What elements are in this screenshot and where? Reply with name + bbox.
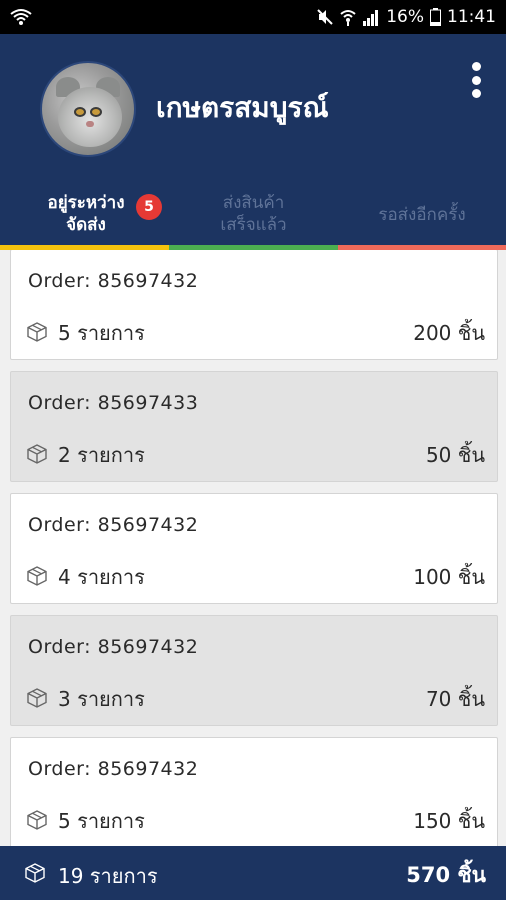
tab-resend-label: รอส่งอีกครั้ง <box>378 205 466 225</box>
tab-delivered-label: ส่งสินค้า เสร็จแล้ว <box>220 193 287 235</box>
battery-percent: 16% <box>386 7 424 27</box>
piece-count: 50 ชิ้น <box>425 443 485 467</box>
box-icon <box>25 863 45 883</box>
avatar[interactable] <box>40 61 136 157</box>
tab-in-transit-label: อยู่ระหว่าง จัดส่ง <box>47 193 125 235</box>
count-badge: 5 <box>136 194 162 220</box>
total-piece-count: 570 ชิ้น <box>406 863 486 887</box>
more-vert-icon[interactable] <box>466 60 486 100</box>
total-item-count: 19 รายการ <box>58 864 158 888</box>
order-id: Order: 85697432 <box>28 514 199 536</box>
item-count: 2 รายการ <box>58 443 145 467</box>
shop-name: เกษตรสมบูรณ์ <box>156 91 329 124</box>
piece-count: 70 ชิ้น <box>425 687 485 711</box>
order-card[interactable]: Order: 85697432 4 รายการ 100 ชิ้น <box>10 493 498 604</box>
tab-in-transit[interactable]: อยู่ระหว่าง จัดส่ง 5 <box>0 188 169 250</box>
cat-eye-left <box>74 107 86 117</box>
summary-footer: 19 รายการ 570 ชิ้น <box>0 846 506 900</box>
piece-count: 200 ชิ้น <box>413 321 485 345</box>
cat-face <box>58 87 122 147</box>
order-card[interactable]: Order: 85697432 3 รายการ 70 ชิ้น <box>10 615 498 726</box>
order-card[interactable]: Order: 85697432 5 รายการ 150 ชิ้น <box>10 737 498 846</box>
cat-nose <box>86 121 94 127</box>
order-card[interactable]: Order: 85697432 5 รายการ 200 ชิ้น <box>10 250 498 360</box>
order-list[interactable]: Order: 85697432 5 รายการ 200 ชิ้น Order:… <box>0 250 506 846</box>
piece-count: 150 ชิ้น <box>413 809 485 833</box>
redacted-area <box>36 4 88 30</box>
piece-count: 100 ชิ้น <box>413 565 485 589</box>
box-icon <box>27 322 47 342</box>
item-count: 4 รายการ <box>58 565 145 589</box>
item-count: 5 รายการ <box>58 809 145 833</box>
order-id: Order: 85697432 <box>28 270 199 292</box>
wifi-signal-icon <box>340 10 356 26</box>
clock: 11:41 <box>447 7 496 27</box>
header: เกษตรสมบูรณ์ อยู่ระหว่าง จัดส่ง 5 ส่งสิน… <box>0 34 506 250</box>
order-id: Order: 85697432 <box>28 758 199 780</box>
cell-signal-icon <box>363 10 379 26</box>
tab-resend[interactable]: รอส่งอีกครั้ง <box>338 188 506 250</box>
item-count: 3 รายการ <box>58 687 145 711</box>
mute-icon <box>317 9 333 25</box>
box-icon <box>27 444 47 464</box>
order-id: Order: 85697432 <box>28 636 199 658</box>
item-count: 5 รายการ <box>58 321 145 345</box>
wifi-icon <box>10 9 32 25</box>
status-bar: 16% 11:41 <box>0 0 506 34</box>
status-right: 16% 11:41 <box>316 6 496 28</box>
tab-delivered[interactable]: ส่งสินค้า เสร็จแล้ว <box>169 188 338 250</box>
tab-bar: อยู่ระหว่าง จัดส่ง 5 ส่งสินค้า เสร็จแล้ว… <box>0 188 506 250</box>
box-icon <box>27 566 47 586</box>
box-icon <box>27 688 47 708</box>
battery-icon <box>430 8 441 26</box>
box-icon <box>27 810 47 830</box>
order-card[interactable]: Order: 85697433 2 รายการ 50 ชิ้น <box>10 371 498 482</box>
cat-eye-right <box>90 107 102 117</box>
order-id: Order: 85697433 <box>28 392 199 414</box>
